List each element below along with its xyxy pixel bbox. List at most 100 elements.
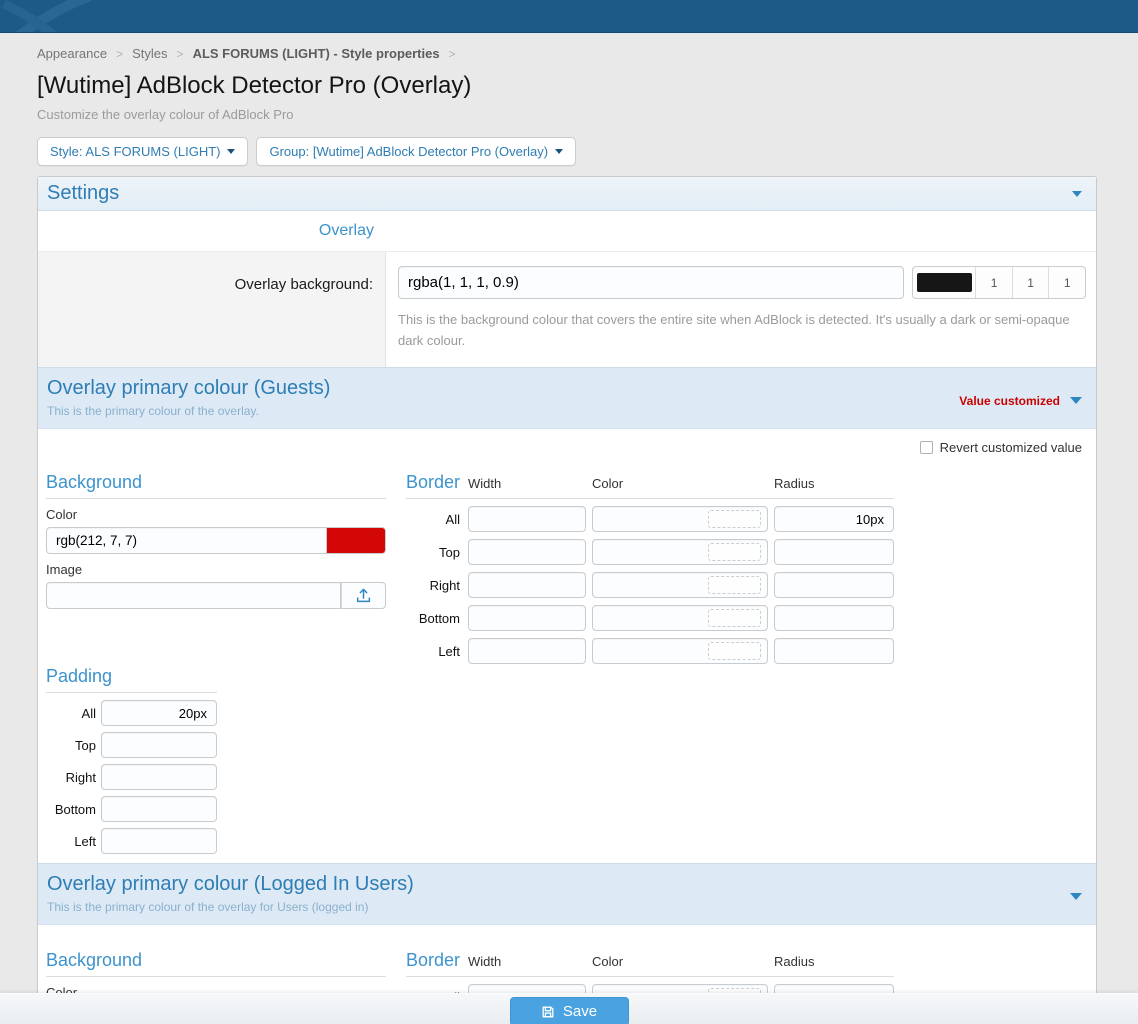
padding-left-input[interactable] xyxy=(101,828,217,854)
background-color-label: Color xyxy=(46,507,386,522)
padding-block-title: Padding xyxy=(46,666,112,686)
overlay-background-description: This is the background colour that cover… xyxy=(398,309,1074,351)
guests-padding-block: Padding All Top Right xyxy=(46,666,217,854)
guests-section-header[interactable]: Overlay primary colour (Guests) This is … xyxy=(38,367,1096,429)
border-row-label: Left xyxy=(406,644,462,659)
border-row-label: Bottom xyxy=(406,611,462,626)
breadcrumb-appearance[interactable]: Appearance xyxy=(37,46,107,61)
padding-row-label: Bottom xyxy=(46,802,96,817)
border-radius-input[interactable] xyxy=(774,539,894,565)
style-selector-label: Style: ALS FORUMS (LIGHT) xyxy=(50,144,220,159)
border-row: Top xyxy=(406,539,894,565)
border-color-input[interactable] xyxy=(592,572,768,598)
border-color-swatch-placeholder[interactable] xyxy=(708,642,761,660)
border-radius-input[interactable] xyxy=(774,572,894,598)
padding-row-label: Left xyxy=(46,834,96,849)
guests-background-image-input[interactable] xyxy=(46,582,341,609)
overlay-color-channel-b[interactable]: 1 xyxy=(1048,267,1085,298)
border-col-width: Width xyxy=(468,476,586,491)
overlay-background-control: 1 1 1 This is the background colour that… xyxy=(386,252,1096,367)
users-section-title: Overlay primary colour (Logged In Users) xyxy=(47,873,414,896)
padding-row: Right xyxy=(46,764,217,790)
breadcrumb: Appearance > Styles > ALS FORUMS (LIGHT)… xyxy=(37,46,1097,61)
save-button-label: Save xyxy=(563,1003,597,1020)
padding-row: Left xyxy=(46,828,217,854)
border-row: Left xyxy=(406,638,894,664)
overlay-color-swatch[interactable] xyxy=(917,273,972,292)
xenforo-logo-icon xyxy=(2,0,112,33)
admin-header-bar xyxy=(0,0,1138,33)
chevron-down-icon xyxy=(227,149,235,154)
border-col-radius: Radius xyxy=(774,476,894,491)
overlay-color-channel-g[interactable]: 1 xyxy=(1012,267,1049,298)
border-width-input[interactable] xyxy=(468,572,586,598)
background-image-label: Image xyxy=(46,562,386,577)
border-width-input[interactable] xyxy=(468,539,586,565)
overlay-background-row: Overlay background: 1 1 1 This is the ba… xyxy=(38,252,1096,367)
breadcrumb-styles[interactable]: Styles xyxy=(132,46,167,61)
overlay-color-channel-r[interactable]: 1 xyxy=(975,267,1012,298)
collapse-arrow-icon[interactable] xyxy=(1070,893,1082,900)
border-color-input[interactable] xyxy=(592,539,768,565)
border-row: All xyxy=(406,506,894,532)
padding-row: Top xyxy=(46,732,217,758)
border-row-label: All xyxy=(406,512,462,527)
padding-top-input[interactable] xyxy=(101,732,217,758)
guests-border-block: Border Width Color Radius All xyxy=(406,472,894,854)
border-color-input[interactable] xyxy=(592,638,768,664)
breadcrumb-separator: > xyxy=(449,47,456,61)
group-selector-button[interactable]: Group: [Wutime] AdBlock Detector Pro (Ov… xyxy=(256,137,576,166)
border-radius-input[interactable] xyxy=(774,638,894,664)
border-color-swatch-placeholder[interactable] xyxy=(708,510,761,528)
border-width-input[interactable] xyxy=(468,506,586,532)
border-radius-input[interactable] xyxy=(774,506,894,532)
upload-icon xyxy=(355,587,372,604)
border-radius-input[interactable] xyxy=(774,605,894,631)
border-width-input[interactable] xyxy=(468,605,586,631)
padding-all-input[interactable] xyxy=(101,700,217,726)
save-button[interactable]: Save xyxy=(510,997,629,1024)
collapse-arrow-icon[interactable] xyxy=(1072,191,1082,197)
page-subtitle: Customize the overlay colour of AdBlock … xyxy=(37,107,1097,122)
border-col-width: Width xyxy=(468,954,586,969)
border-color-swatch-placeholder[interactable] xyxy=(708,609,761,627)
guests-background-color-input[interactable] xyxy=(46,527,327,554)
padding-row-label: All xyxy=(46,706,96,721)
background-block-title: Background xyxy=(46,472,142,492)
border-col-radius: Radius xyxy=(774,954,894,969)
padding-right-input[interactable] xyxy=(101,764,217,790)
overlay-background-input[interactable] xyxy=(398,266,904,299)
padding-row-label: Right xyxy=(46,770,96,785)
users-section-subtitle: This is the primary colour of the overla… xyxy=(47,900,414,914)
padding-row-label: Top xyxy=(46,738,96,753)
border-color-swatch-placeholder[interactable] xyxy=(708,543,761,561)
border-width-input[interactable] xyxy=(468,638,586,664)
breadcrumb-separator: > xyxy=(177,47,184,61)
border-col-color: Color xyxy=(592,954,768,969)
overlay-background-label: Overlay background: xyxy=(38,252,386,367)
border-color-input[interactable] xyxy=(592,506,768,532)
users-section-header[interactable]: Overlay primary colour (Logged In Users)… xyxy=(38,863,1096,925)
overlay-color-swatch-cell[interactable] xyxy=(913,267,975,298)
breadcrumb-style-properties[interactable]: ALS FORUMS (LIGHT) - Style properties xyxy=(193,46,440,61)
border-row: Bottom xyxy=(406,605,894,631)
style-properties-panel: Settings Overlay Overlay background: 1 1 xyxy=(37,176,1097,1024)
guests-section-title: Overlay primary colour (Guests) xyxy=(47,377,330,400)
revert-label: Revert customized value xyxy=(940,440,1082,455)
settings-section-header[interactable]: Settings xyxy=(38,177,1096,211)
breadcrumb-separator: > xyxy=(116,47,123,61)
revert-checkbox[interactable] xyxy=(920,441,933,454)
page-content: Appearance > Styles > ALS FORUMS (LIGHT)… xyxy=(0,46,1097,1024)
padding-bottom-input[interactable] xyxy=(101,796,217,822)
border-row: Right xyxy=(406,572,894,598)
padding-row: Bottom xyxy=(46,796,217,822)
border-color-swatch-placeholder[interactable] xyxy=(708,576,761,594)
image-upload-button[interactable] xyxy=(341,582,386,609)
guests-background-color-swatch[interactable] xyxy=(327,527,386,554)
border-block-title: Border xyxy=(406,950,462,971)
border-row-label: Top xyxy=(406,545,462,560)
overlay-group-heading: Overlay xyxy=(38,222,386,240)
style-selector-button[interactable]: Style: ALS FORUMS (LIGHT) xyxy=(37,137,248,166)
collapse-arrow-icon[interactable] xyxy=(1070,397,1082,404)
border-color-input[interactable] xyxy=(592,605,768,631)
